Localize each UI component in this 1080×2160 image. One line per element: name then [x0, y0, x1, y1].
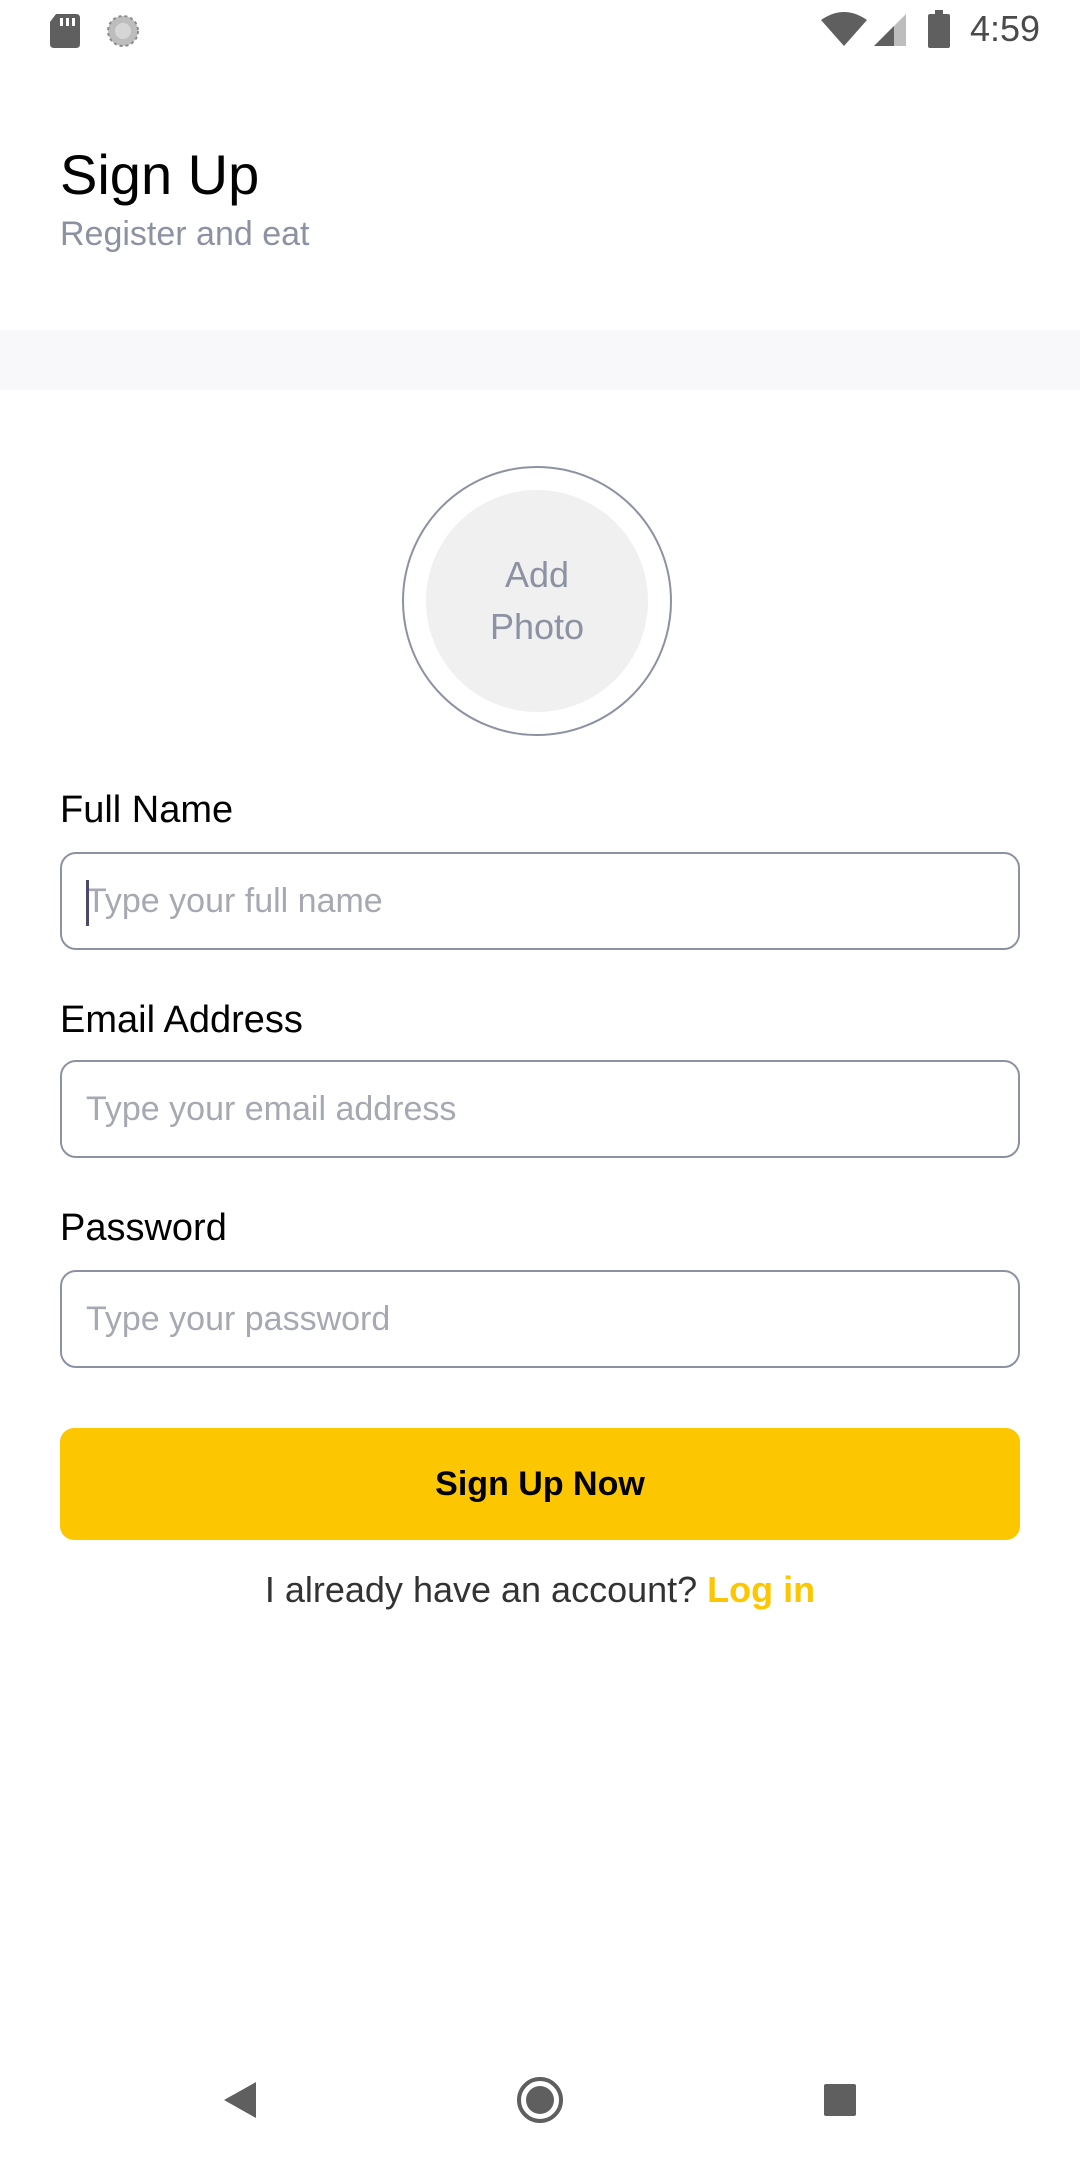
status-bar: 4:59 — [0, 0, 1080, 62]
cell-signal-icon — [874, 14, 906, 46]
signup-screen: 4:59 Sign Up Register and eat Add Photo … — [0, 0, 1080, 2160]
password-input[interactable] — [62, 1272, 1018, 1366]
add-photo-line1: Add — [504, 554, 570, 595]
home-icon[interactable] — [516, 2076, 564, 2124]
email-field-container — [60, 1060, 1020, 1158]
password-field-container — [60, 1270, 1020, 1368]
text-cursor — [86, 880, 89, 926]
email-label: Email Address — [60, 999, 303, 1041]
page-subtitle: Register and eat — [60, 215, 310, 253]
add-photo-button[interactable]: Add Photo — [402, 466, 672, 736]
battery-icon — [928, 10, 950, 48]
full-name-field-container — [60, 852, 1020, 950]
back-icon[interactable] — [222, 2080, 258, 2120]
section-divider — [0, 330, 1080, 390]
sd-card-icon — [50, 14, 80, 48]
full-name-input[interactable] — [62, 854, 1018, 948]
wifi-icon — [821, 12, 867, 46]
login-prompt: I already have an account? Log in — [0, 1566, 1080, 1614]
status-time: 4:59 — [970, 8, 1041, 49]
login-prompt-text: I already have an account? — [264, 1569, 708, 1610]
recent-apps-icon[interactable] — [824, 2084, 856, 2116]
full-name-label: Full Name — [60, 789, 234, 831]
login-link[interactable]: Log in — [707, 1569, 815, 1610]
page-title: Sign Up — [60, 143, 260, 206]
sync-icon — [107, 15, 139, 47]
password-label: Password — [60, 1207, 227, 1249]
photo-placeholder: Add Photo — [426, 490, 648, 712]
sign-up-now-button[interactable]: Sign Up Now — [60, 1428, 1020, 1540]
email-input[interactable] — [62, 1062, 1018, 1156]
add-photo-line2: Photo — [489, 606, 585, 647]
